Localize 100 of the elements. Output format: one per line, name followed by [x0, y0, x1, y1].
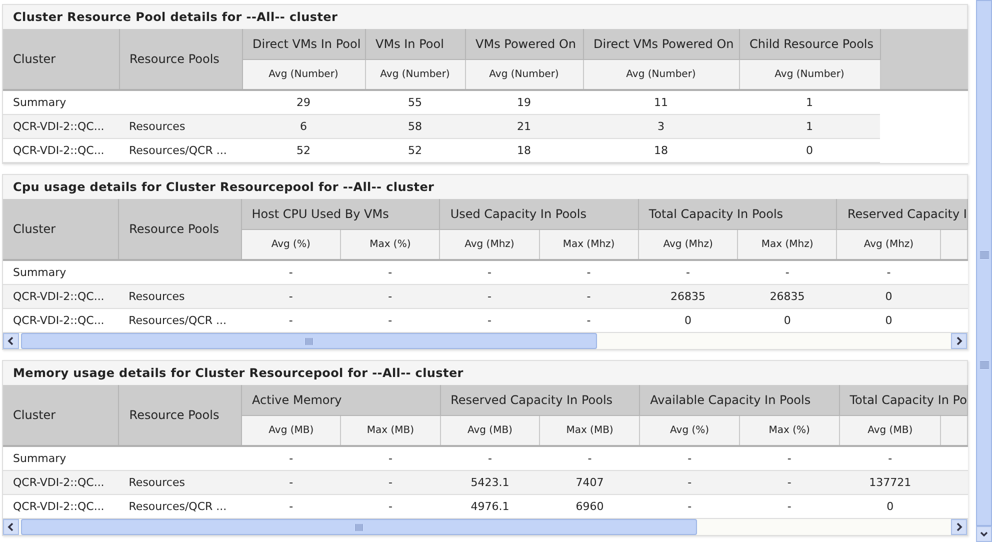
table-cell: -: [686, 266, 690, 279]
column-header: Cluster: [3, 29, 119, 90]
column-header: Resource Pools: [118, 385, 242, 446]
table-cell: -: [388, 266, 392, 279]
column-header: Total Capacity In Pools: [638, 199, 837, 230]
table-cell: QCR-VDI-2::QC...: [13, 476, 104, 489]
column-header: Host CPU Used By VMs: [241, 199, 440, 230]
table-cell: QCR-VDI-2::QC...: [13, 144, 104, 157]
column-header: Direct VMs Powered On: [583, 29, 739, 60]
column-header: Active Memory: [242, 385, 440, 416]
table-cell: 52: [296, 144, 310, 157]
table-cell: 26835: [670, 290, 706, 303]
column-header: VMs In Pool: [365, 29, 465, 60]
table-cell: 0: [885, 290, 892, 303]
table-cell: QCR-VDI-2::QC...: [13, 120, 104, 133]
column-header: Direct VMs In Pool: [242, 29, 365, 60]
table-cell: -: [289, 476, 294, 489]
table-cell: 0: [886, 500, 894, 513]
column-header: Avg (MB): [839, 416, 941, 446]
table-cell: -: [787, 476, 792, 489]
table-cell: 0: [806, 144, 813, 157]
table-cell: Summary: [13, 266, 66, 279]
table-cell: 29: [296, 96, 310, 109]
column-header: Avg (Number): [583, 60, 739, 90]
table-cell: 18: [517, 144, 531, 157]
table-cell: -: [288, 314, 293, 327]
table-cell: -: [388, 500, 392, 513]
column-header: Avg (Number): [739, 60, 880, 90]
table-cell: 6: [300, 120, 307, 133]
column-header: Avg (MB): [440, 416, 540, 446]
table-cell: -: [586, 266, 591, 279]
column-header: Avg (Mhz): [440, 230, 540, 260]
table-cell: -: [886, 266, 891, 279]
column-header: Avg (Number): [242, 60, 365, 90]
table-cell: -: [787, 500, 792, 513]
table-cell: -: [388, 476, 392, 489]
column-header: Avg (%): [640, 416, 740, 446]
column-header: Child Resource Pools: [739, 29, 880, 60]
table-cell: 19: [517, 96, 531, 109]
panel-title: Cluster Resource Pool details for --All-- cluster: [3, 5, 967, 29]
table-cell: QCR-VDI-2::QC...: [13, 290, 104, 303]
table-cell: 5423.1: [470, 476, 510, 489]
column-header: Available Capacity In Pools: [640, 385, 840, 416]
table-cell: QCR-VDI-2::QC...: [13, 500, 104, 513]
table-cell: Resources: [128, 290, 185, 303]
column-header: Used Capacity In Pools: [440, 199, 638, 230]
table-cell: 3: [658, 120, 664, 133]
column-header: Resource Pools: [119, 29, 242, 90]
table-cell: 58: [408, 120, 422, 133]
table-cell: -: [289, 452, 294, 465]
table-cell: 55: [408, 96, 422, 109]
column-header: Cluster: [3, 385, 119, 446]
table-cell: 52: [408, 144, 422, 157]
table-cell: -: [487, 290, 492, 303]
table-cell: -: [388, 290, 392, 303]
column-header: Avg (Number): [465, 60, 583, 90]
table-cell: -: [289, 500, 294, 513]
table-cell: -: [488, 452, 492, 465]
table-cell: 0: [885, 314, 892, 327]
column-header: Avg (Mhz): [638, 230, 738, 260]
table-cell: Resources: [128, 476, 185, 489]
table-cell: 6960: [576, 500, 604, 513]
table-cell: -: [688, 452, 692, 465]
table-cell: -: [487, 266, 492, 279]
table-cell: Summary: [13, 452, 66, 465]
table-cell: -: [888, 452, 892, 465]
column-header: Reserved Capacity In Pools: [440, 385, 640, 416]
table-cell: -: [787, 452, 792, 465]
table-cell: -: [586, 290, 591, 303]
table-cell: -: [588, 452, 592, 465]
table-cell: 7407: [576, 476, 604, 489]
table-cell: 0: [784, 314, 791, 327]
table-cell: Summary: [13, 96, 66, 109]
table-cell: 1: [806, 120, 813, 133]
panel-title: Memory usage details for Cluster Resourcepool for --All-- cluster: [3, 361, 967, 385]
column-header: Max (%): [340, 230, 440, 260]
table-cell: -: [388, 314, 392, 327]
table-cell: Resources/QCR ...: [129, 144, 227, 157]
column-header: Max (Mhz): [539, 230, 638, 260]
table-cell: -: [688, 476, 692, 489]
table-cell: 18: [654, 144, 668, 157]
table-cell: -: [688, 500, 692, 513]
column-header: VMs Powered On: [465, 29, 583, 60]
table-cell: Resources/QCR ...: [128, 314, 226, 327]
panel-title: Cpu usage details for Cluster Resourcepool for --All-- cluster: [3, 175, 967, 199]
table-cell: Resources: [129, 120, 186, 133]
table-cell: QCR-VDI-2::QC...: [13, 314, 104, 327]
table-cell: 21: [517, 120, 531, 133]
table-cell: -: [586, 314, 591, 327]
column-header: Resource Pools: [118, 199, 242, 260]
table-cell: 11: [654, 96, 668, 109]
table-cell: -: [288, 266, 293, 279]
column-header: Total Capacity In Po: [839, 385, 968, 416]
column-header: Reserved Capacity I: [836, 199, 968, 230]
table-cell: 0: [684, 314, 692, 327]
table-cell: 1: [806, 96, 813, 109]
column-header: Max (MB): [540, 416, 640, 446]
table-cell: -: [487, 314, 492, 327]
table-cell: 26835: [770, 290, 805, 303]
table-cell: -: [388, 452, 392, 465]
